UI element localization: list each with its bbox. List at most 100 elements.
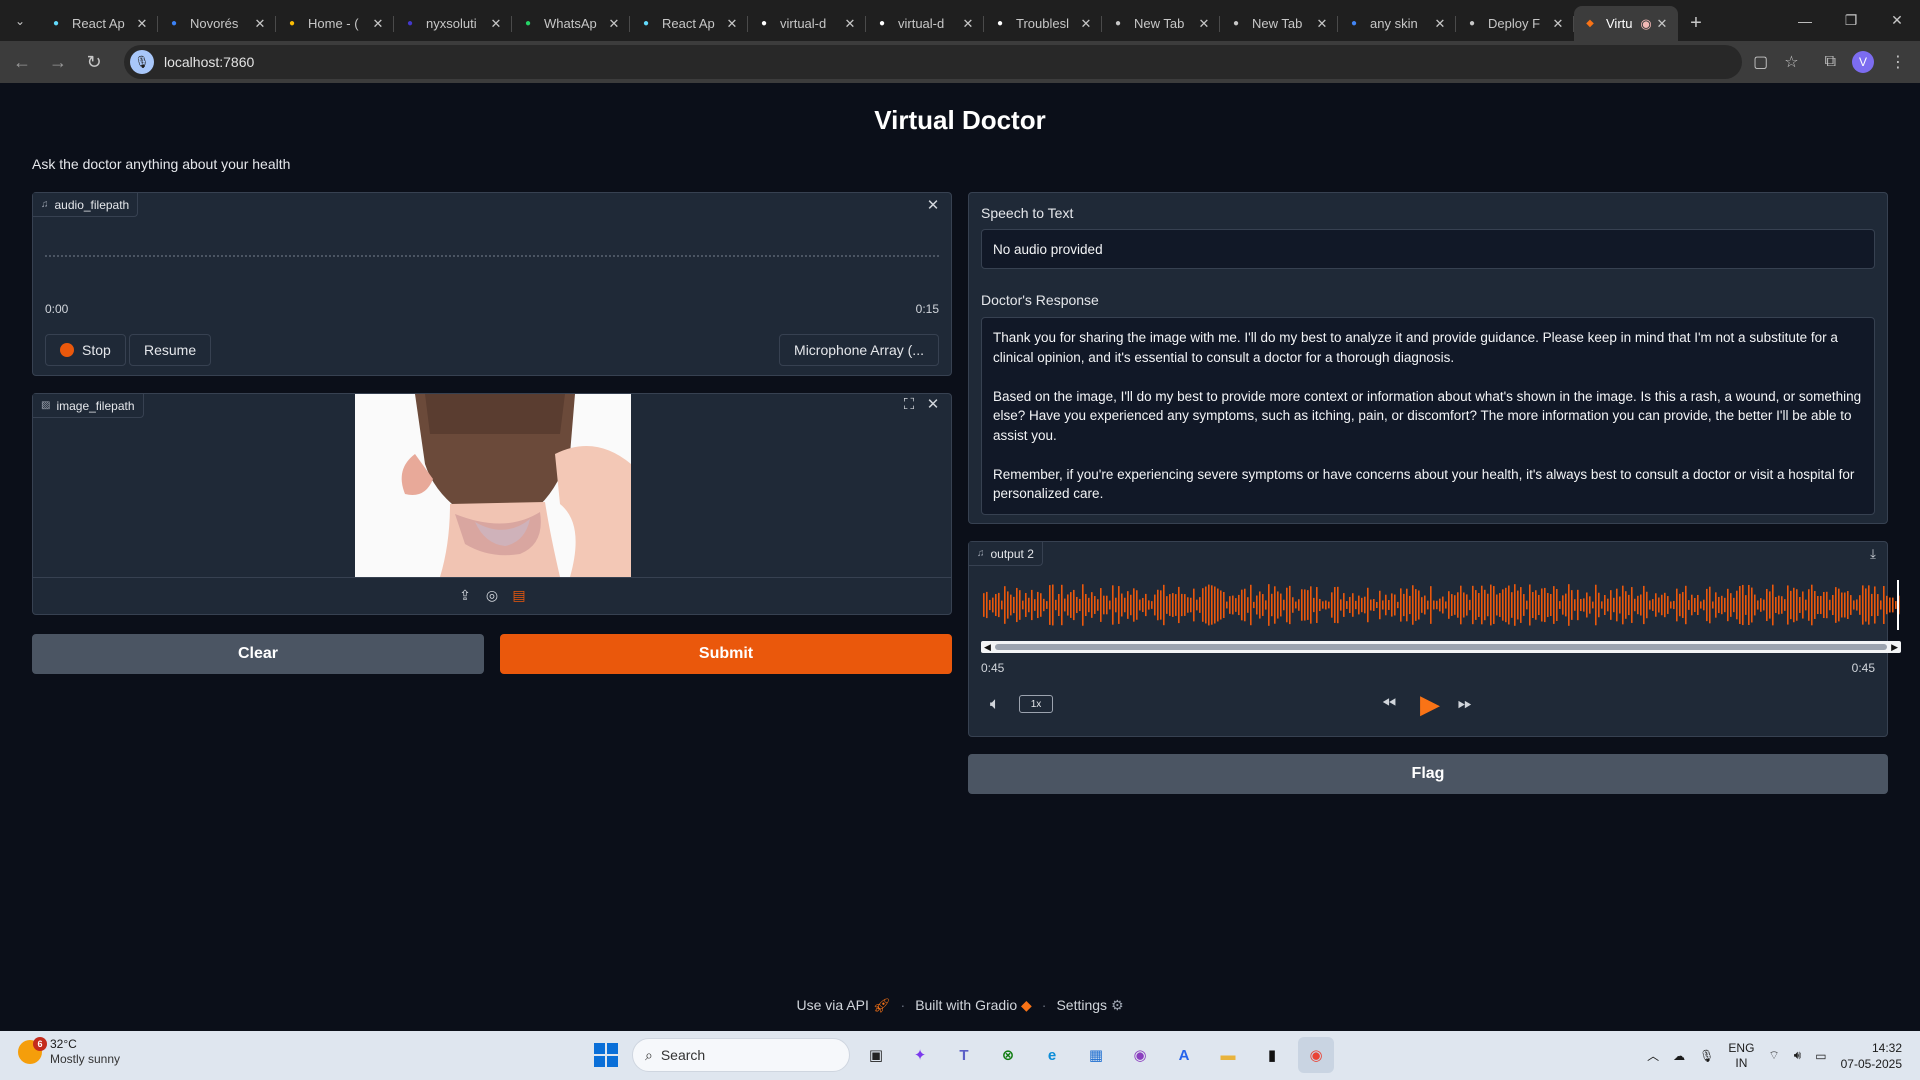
tab-close-icon[interactable]: ✕ — [606, 16, 622, 32]
tab-2[interactable]: ● Novorés ✕ — [158, 6, 276, 41]
volume-tray-icon[interactable]: 🔊︎ — [1794, 1048, 1802, 1063]
onedrive-icon[interactable]: ☁ — [1673, 1049, 1685, 1063]
terminal-icon[interactable]: ▮ — [1254, 1037, 1290, 1073]
tab-11[interactable]: ● New Tab ✕ — [1220, 6, 1338, 41]
separator-dot: · — [1041, 997, 1047, 1013]
tab-8[interactable]: ● virtual-d ✕ — [866, 6, 984, 41]
tab-4[interactable]: ● nyxsoluti ✕ — [394, 6, 512, 41]
tab-close-icon[interactable]: ✕ — [252, 16, 268, 32]
flag-button[interactable]: Flag — [968, 754, 1888, 794]
volume-icon[interactable]: 🔈︎ — [985, 694, 1005, 714]
tab-close-icon[interactable]: ✕ — [1196, 16, 1212, 32]
store-icon[interactable]: ▦ — [1078, 1037, 1114, 1073]
built-with-gradio-link[interactable]: Built with Gradio ◆ — [915, 997, 1032, 1014]
battery-icon[interactable]: ▭ — [1815, 1049, 1826, 1063]
tab-5[interactable]: ● WhatsAp ✕ — [512, 6, 630, 41]
image-icon: ▨ — [41, 400, 51, 411]
tab-6[interactable]: ● React Ap ✕ — [630, 6, 748, 41]
fast-forward-icon[interactable]: ⏩︎ — [1455, 693, 1475, 713]
audio-input-label-text: audio_filepath — [54, 197, 130, 212]
lang-line1: ENG — [1728, 1040, 1755, 1055]
tab-13[interactable]: ● Deploy F ✕ — [1456, 6, 1574, 41]
page-info-icon[interactable]: ▢ — [1753, 52, 1768, 72]
seek-bar[interactable]: ◀ ▶ — [981, 641, 1901, 653]
play-icon[interactable]: ▶ — [1416, 689, 1444, 719]
windows-start-icon[interactable] — [588, 1037, 624, 1073]
tab-close-icon[interactable]: ✕ — [842, 16, 858, 32]
taskbar-search[interactable]: ⌕ Search — [632, 1038, 850, 1072]
tab-10[interactable]: ● New Tab ✕ — [1102, 6, 1220, 41]
new-tab-button[interactable]: + — [1678, 6, 1714, 41]
tab-close-icon[interactable]: ✕ — [1078, 16, 1094, 32]
seek-thumb[interactable] — [995, 644, 1887, 650]
resume-button[interactable]: Resume — [129, 334, 212, 366]
seek-left-icon[interactable]: ◀ — [984, 642, 991, 653]
task-view-icon[interactable]: ▣ — [858, 1037, 894, 1073]
tab-close-icon[interactable]: ✕ — [488, 16, 504, 32]
tab-close-icon[interactable]: ✕ — [1432, 16, 1448, 32]
submit-button[interactable]: Submit — [500, 634, 952, 674]
settings-link[interactable]: Settings ⚙ — [1056, 997, 1123, 1014]
clear-button[interactable]: Clear — [32, 634, 484, 674]
tab-close-icon[interactable]: ✕ — [370, 16, 386, 32]
copilot-icon[interactable]: ✦ — [902, 1037, 938, 1073]
weather-widget[interactable]: 6 32°C Mostly sunny — [18, 1037, 120, 1067]
tab-search-chevron-icon[interactable]: ⌄ — [0, 0, 40, 41]
tab-9[interactable]: ● Troublesl ✕ — [984, 6, 1102, 41]
tab-12[interactable]: ● any skin ✕ — [1338, 6, 1456, 41]
upload-icon[interactable]: ⇪ — [455, 585, 475, 605]
clipboard-icon[interactable]: ▤ — [509, 585, 529, 605]
microphone-tray-icon[interactable]: 🎙︎ — [1699, 1049, 1714, 1063]
profile-avatar[interactable]: V — [1852, 51, 1874, 73]
tab-label: virtual-d — [898, 16, 945, 31]
clear-image-icon[interactable]: ✕ — [923, 394, 943, 414]
use-via-api-link[interactable]: Use via API 🚀︎ — [796, 997, 890, 1014]
close-window-icon[interactable]: ✕ — [1874, 0, 1920, 41]
image-input-label: ▨ image_filepath — [33, 394, 144, 418]
bookmark-star-icon[interactable]: ☆ — [1784, 52, 1798, 72]
tab-close-icon[interactable]: ✕ — [724, 16, 740, 32]
language-indicator[interactable]: ENG IN — [1728, 1041, 1754, 1071]
teams-icon[interactable]: T — [946, 1037, 982, 1073]
tab-7[interactable]: ● virtual-d ✕ — [748, 6, 866, 41]
clock[interactable]: 14:32 07-05-2025 — [1841, 1040, 1902, 1072]
tab-1[interactable]: ● React Ap ✕ — [40, 6, 158, 41]
chrome-menu-icon[interactable]: ⋮ — [1890, 52, 1906, 72]
minimize-icon[interactable]: — — [1782, 0, 1828, 41]
file-explorer-icon[interactable]: ▬ — [1210, 1037, 1246, 1073]
pinned-app-icon[interactable]: A — [1166, 1037, 1202, 1073]
camera-app-icon[interactable]: ◉ — [1122, 1037, 1158, 1073]
chrome-taskbar-icon[interactable]: ◉ — [1298, 1037, 1334, 1073]
stop-button[interactable]: Stop — [45, 334, 126, 366]
taskbar-apps: ⌕ Search ▣ ✦ T ⊗ e ▦ ◉ A ▬ ▮ ◉ — [588, 1037, 1334, 1073]
wifi-icon[interactable]: ⌔ — [1768, 1048, 1779, 1063]
audio-waveform[interactable] — [981, 580, 1901, 630]
microphone-select[interactable]: Microphone Array (... — [779, 334, 939, 366]
tab-close-icon[interactable]: ✕ — [960, 16, 976, 32]
webcam-icon[interactable]: ◎ — [482, 585, 502, 605]
back-icon[interactable]: ← — [4, 44, 40, 80]
tab-3[interactable]: ● Home - (✕ — [276, 6, 394, 41]
seek-right-icon[interactable]: ▶ — [1891, 642, 1898, 653]
download-icon[interactable]: ⤓ — [1863, 544, 1883, 564]
tab-close-icon[interactable]: ✕ — [134, 16, 150, 32]
microphone-in-use-icon[interactable]: 🎙 — [130, 50, 154, 74]
playback-speed-button[interactable]: 1x — [1019, 695, 1053, 713]
restore-icon[interactable]: ❐ — [1828, 0, 1874, 41]
reload-icon[interactable]: ↻ — [76, 44, 112, 80]
close-icon[interactable]: ✕ — [923, 195, 943, 215]
fullscreen-icon[interactable]: ⛶ — [899, 394, 919, 414]
rewind-icon[interactable]: ⏪︎ — [1379, 693, 1399, 713]
tab-close-icon[interactable]: ✕ — [1550, 16, 1566, 32]
tab-close-icon[interactable]: ✕ — [1654, 16, 1670, 32]
address-bar[interactable]: 🎙 localhost:7860 — [124, 45, 1742, 79]
tab-active[interactable]: ◆ Virtu ◉ ✕ — [1574, 6, 1678, 41]
forward-icon[interactable]: → — [40, 44, 76, 80]
xbox-icon[interactable]: ⊗ — [990, 1037, 1026, 1073]
tab-close-icon[interactable]: ✕ — [1314, 16, 1330, 32]
lang-line2: IN — [1735, 1055, 1748, 1070]
edge-icon[interactable]: e — [1034, 1037, 1070, 1073]
doctor-response-label: Doctor's Response — [981, 292, 1099, 308]
extensions-icon[interactable]: ⧉ — [1825, 53, 1836, 71]
tray-overflow-icon[interactable]: ︿ — [1647, 1047, 1659, 1064]
